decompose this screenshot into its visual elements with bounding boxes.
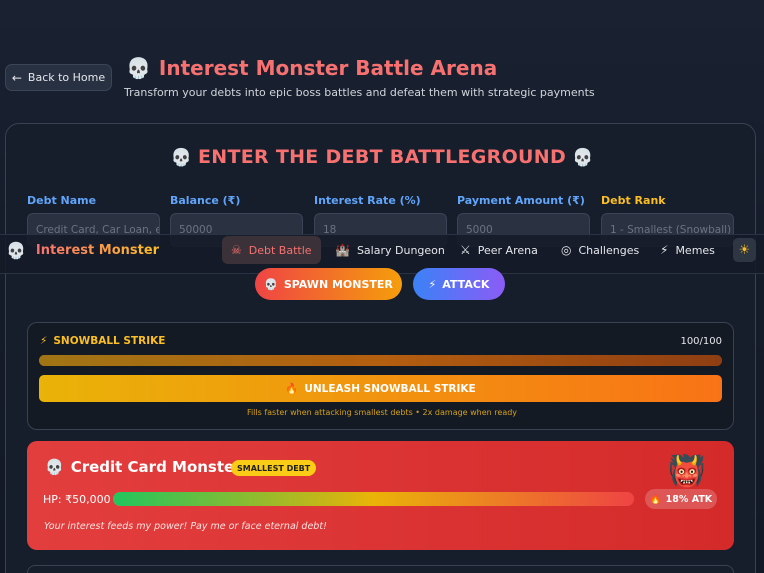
spawn-monster-label: SPAWN MONSTER	[283, 277, 393, 291]
snowball-count: 100/100	[680, 336, 722, 347]
hp-bar-fill	[113, 492, 634, 506]
hp-label: HP: ₹50,000	[43, 493, 111, 506]
smallest-debt-badge: SMALLEST DEBT	[231, 460, 317, 476]
skull-icon: 💀	[264, 277, 278, 291]
snowball-title: ⚡ SNOWBALL STRIKE	[40, 335, 165, 347]
skull-icon: ☠	[231, 243, 242, 257]
fire-icon: 🔥	[285, 383, 299, 395]
snowball-title-text: SNOWBALL STRIKE	[53, 335, 166, 347]
monster-taunt: Your interest feeds my power! Pay me or …	[44, 521, 327, 532]
demon-icon: 👹	[668, 454, 706, 489]
sun-icon: ☀	[738, 242, 751, 258]
attack-button[interactable]: ⚡ ATTACK	[413, 268, 505, 300]
balance-label: Balance (₹)	[170, 194, 241, 207]
skull-icon: 💀	[572, 148, 594, 168]
zap-icon: ⚡	[660, 243, 669, 257]
theme-toggle-button[interactable]: ☀	[733, 238, 756, 262]
nav-brand[interactable]: 💀 Interest Monster	[6, 241, 159, 260]
battleground-title: 💀 ENTER THE DEBT BATTLEGROUND 💀	[0, 146, 764, 168]
monster-name: 💀 Credit Card Monster	[45, 458, 242, 476]
back-button-label: Back to Home	[27, 71, 106, 84]
nav-challenges[interactable]: ◎ Challenges	[552, 236, 648, 264]
battleground-title-text: ENTER THE DEBT BATTLEGROUND	[197, 146, 567, 168]
skull-icon: 💀	[6, 241, 26, 260]
payment-amount-label: Payment Amount (₹)	[457, 194, 585, 207]
back-to-home-button[interactable]: ← Back to Home	[5, 64, 112, 91]
zap-icon: ⚡	[428, 277, 437, 291]
skull-icon: 💀	[170, 148, 192, 168]
unleash-snowball-button[interactable]: 🔥 UNLEASH SNOWBALL STRIKE	[39, 375, 722, 402]
target-icon: ◎	[561, 243, 572, 257]
zap-icon: ⚡	[40, 335, 48, 347]
castle-icon: 🏰	[335, 243, 350, 257]
page-title: 💀 Interest Monster Battle Arena	[126, 56, 497, 80]
nav-item-label: Challenges	[578, 243, 640, 257]
snowball-progress-fill	[39, 355, 722, 366]
debt-name-label: Debt Name	[27, 194, 97, 207]
unleash-label: UNLEASH SNOWBALL STRIKE	[304, 382, 476, 395]
attack-label: ATTACK	[442, 277, 490, 291]
monster-name-text: Credit Card Monster	[70, 458, 242, 476]
nav-debt-battle[interactable]: ☠ Debt Battle	[222, 236, 321, 264]
interest-rate-label: Interest Rate (%)	[314, 194, 421, 207]
skull-icon: 💀	[126, 56, 151, 80]
page-title-text: Interest Monster Battle Arena	[158, 56, 498, 80]
hp-bar	[113, 492, 634, 506]
fire-icon: 🔥	[649, 493, 662, 505]
page-subtitle: Transform your debts into epic boss batt…	[124, 86, 595, 99]
spawn-monster-button[interactable]: 💀 SPAWN MONSTER	[255, 268, 402, 300]
snowball-hint: Fills faster when attacking smallest deb…	[246, 408, 518, 417]
arrow-left-icon: ←	[11, 70, 22, 85]
nav-item-label: Debt Battle	[248, 243, 312, 257]
snowball-progress-bar	[39, 355, 722, 366]
nav-item-label: Peer Arena	[477, 243, 538, 257]
skull-icon: 💀	[45, 458, 64, 476]
attack-rate-badge: 🔥 18% ATK	[645, 489, 717, 509]
nav-brand-text: Interest Monster	[35, 243, 160, 258]
nav-peer-arena[interactable]: ⚔ Peer Arena	[451, 236, 547, 264]
sword-icon: ⚔	[460, 243, 471, 257]
nav-salary-dungeon[interactable]: 🏰 Salary Dungeon	[326, 236, 454, 264]
nav-item-label: Salary Dungeon	[356, 243, 445, 257]
debt-rank-label: Debt Rank	[601, 194, 666, 207]
nav-memes[interactable]: ⚡ Memes	[651, 236, 724, 264]
next-card-edge	[27, 565, 734, 573]
attack-rate-label: 18% ATK	[665, 493, 713, 505]
nav-item-label: Memes	[675, 243, 715, 257]
